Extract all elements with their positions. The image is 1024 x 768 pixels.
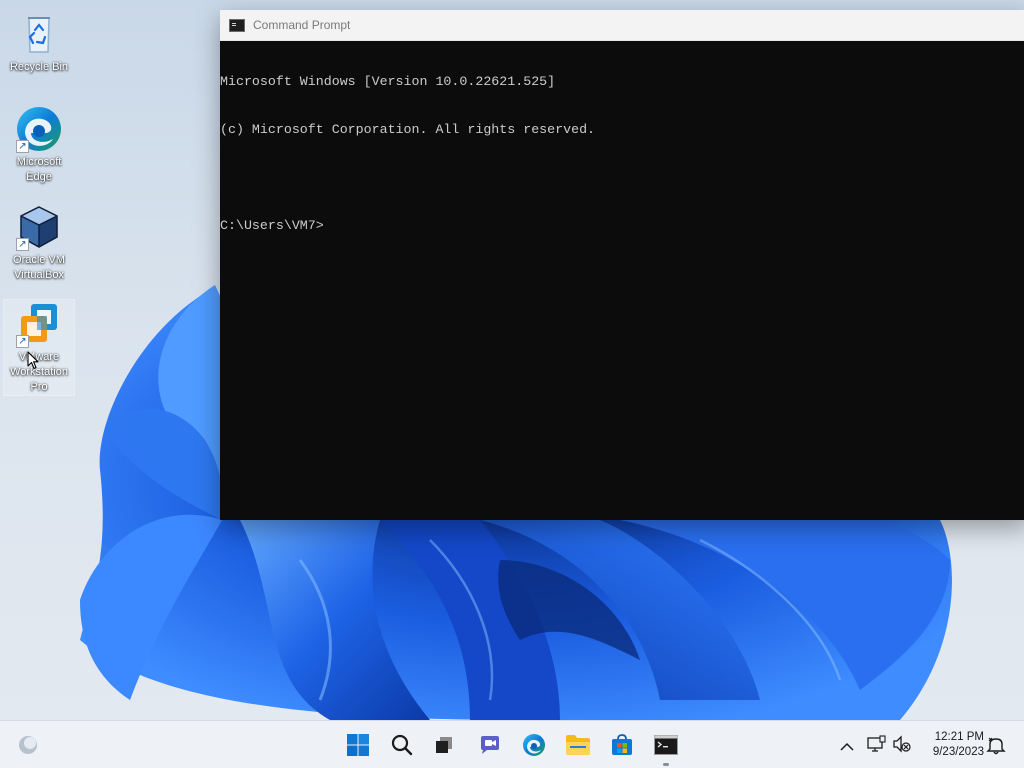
window-title: Command Prompt (253, 18, 351, 32)
desktop-icon-label: VMware Workstation Pro (10, 351, 68, 393)
show-hidden-icons-button[interactable] (840, 737, 854, 756)
window-titlebar[interactable]: Command Prompt (220, 10, 1024, 41)
notification-center-button[interactable] (986, 735, 1006, 759)
desktop-icon-microsoft-edge[interactable]: ↗ Microsoft Edge (4, 105, 74, 185)
volume-button[interactable] (892, 735, 912, 757)
task-view-button[interactable] (428, 729, 460, 761)
shortcut-arrow-icon: ↗ (16, 335, 29, 348)
notification-icon (986, 737, 1006, 755)
console-prompt-line[interactable]: C:\Users\VM7> (220, 218, 1024, 234)
file-explorer-button[interactable] (562, 729, 594, 761)
edge-icon: ↗ (15, 105, 63, 153)
command-prompt-window[interactable]: Command Prompt Microsoft Windows [Versio… (220, 10, 1024, 520)
teams-chat-icon (481, 736, 499, 754)
microsoft-store-button[interactable] (606, 729, 638, 761)
start-button[interactable] (342, 729, 374, 761)
search-icon (391, 734, 413, 756)
console-line: Microsoft Windows [Version 10.0.22621.52… (220, 74, 556, 89)
task-view-icon (436, 737, 452, 753)
desktop-icon-vmware-workstation-pro[interactable]: ↗ VMware Workstation Pro (3, 299, 75, 396)
edge-taskbar-button[interactable] (518, 729, 550, 761)
desktop-icon-label: Oracle VM VirtualBox (13, 254, 65, 281)
command-prompt-taskbar-button[interactable] (650, 729, 682, 766)
active-indicator (663, 763, 669, 766)
network-button[interactable] (866, 735, 886, 757)
virtualbox-icon: ↗ (15, 203, 63, 251)
clock[interactable]: 12:21 PM 9/23/2023 (918, 730, 984, 760)
mouse-cursor-icon (27, 351, 39, 374)
vmware-icon: ↗ (15, 300, 63, 348)
cmd-icon (654, 735, 678, 755)
chat-button[interactable] (474, 729, 506, 761)
store-icon (612, 734, 632, 755)
taskbar: 12:21 PM 9/23/2023 (0, 720, 1024, 768)
windows-start-icon (347, 734, 369, 756)
desktop-icon-oracle-vm-virtualbox[interactable]: ↗ Oracle VM VirtualBox (4, 203, 74, 283)
volume-muted-icon (893, 735, 911, 753)
search-button[interactable] (386, 729, 418, 761)
shortcut-arrow-icon: ↗ (16, 238, 29, 251)
desktop-icon-recycle-bin[interactable]: Recycle Bin (4, 10, 74, 75)
widgets-icon (19, 736, 37, 754)
shortcut-arrow-icon: ↗ (16, 140, 29, 153)
cmd-icon (229, 18, 245, 32)
widgets-button[interactable] (12, 729, 44, 761)
folder-icon (566, 735, 590, 755)
clock-date: 9/23/2023 (932, 746, 984, 758)
console-line: (c) Microsoft Corporation. All rights re… (220, 122, 596, 137)
recycle-bin-icon (15, 10, 63, 58)
clock-time: 12:21 PM (934, 731, 984, 743)
network-icon (867, 735, 886, 752)
desktop-icon-label: Microsoft Edge (16, 156, 62, 183)
edge-icon (523, 734, 545, 756)
console-output[interactable]: Microsoft Windows [Version 10.0.22621.52… (220, 41, 1024, 266)
chevron-up-icon (840, 742, 854, 751)
desktop-icon-label: Recycle Bin (9, 61, 69, 73)
